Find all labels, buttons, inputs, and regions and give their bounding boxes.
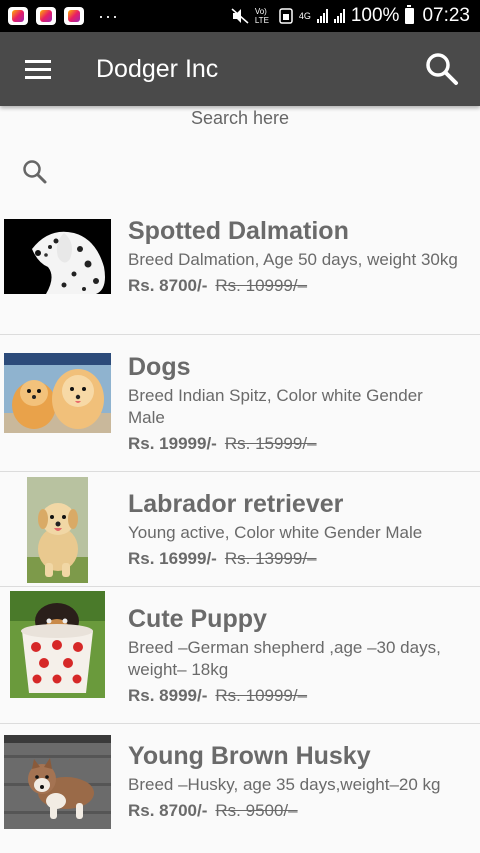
product-description: Breed Indian Spitz, Color white Gender M… <box>128 386 423 427</box>
product-old-price: Rs. 13999/– <box>224 549 317 568</box>
volte-indicator: Vo) LTE <box>254 7 269 25</box>
product-image-dalmation <box>4 219 111 294</box>
product-old-price: Rs. 10999/– <box>215 276 308 295</box>
product-price: Rs. 8999/- <box>128 686 208 705</box>
product-image-labrador <box>27 477 88 583</box>
clock: 07:23 <box>422 5 470 26</box>
product-description: Young active, Color white Gender Male <box>128 523 423 542</box>
list-item[interactable]: Dogs Breed Indian Spitz, Color white Gen… <box>0 335 480 472</box>
product-name: Spotted Dalmation <box>128 217 349 245</box>
more-notifications-indicator: ··· <box>98 6 119 26</box>
mute-icon <box>231 8 249 24</box>
battery-icon <box>405 5 415 24</box>
status-bar: ··· Vo) LTE 4G 100% 07:23 <box>0 0 480 32</box>
product-description: Breed –German shepherd ,age –30 days, we… <box>128 638 441 679</box>
app-bar: Dodger Inc <box>0 32 480 106</box>
product-old-price: Rs. 15999/– <box>224 434 317 453</box>
product-name: Young Brown Husky <box>128 742 371 770</box>
search-button[interactable] <box>404 32 480 106</box>
product-name: Dogs <box>128 353 191 381</box>
product-price: Rs. 8700/- <box>128 801 208 820</box>
product-price: Rs. 16999/- <box>128 549 217 568</box>
product-price: Rs. 8700/- <box>128 276 208 295</box>
product-old-price: Rs. 10999/– <box>215 686 308 705</box>
product-image-husky <box>4 735 111 829</box>
search-icon <box>23 160 47 184</box>
signal-strength-icon <box>333 9 345 23</box>
menu-button[interactable] <box>0 32 76 106</box>
product-image-spitz <box>4 353 111 433</box>
list-item[interactable]: Labrador retriever Young active, Color w… <box>0 472 480 587</box>
sim-icon <box>279 8 293 24</box>
product-name: Cute Puppy <box>128 605 267 633</box>
page-title: Dodger Inc <box>96 54 219 83</box>
list-item[interactable]: Spotted Dalmation Breed Dalmation, Age 5… <box>0 200 480 335</box>
product-image-cute-puppy <box>10 591 105 698</box>
hamburger-menu-icon <box>25 59 51 79</box>
product-description: Breed –Husky, age 35 days,weight–20 kg <box>128 775 441 794</box>
list-item[interactable]: Cute Puppy Breed –German shepherd ,age –… <box>0 587 480 724</box>
product-old-price: Rs. 9500/– <box>215 801 298 820</box>
notification-app-icon <box>8 7 28 25</box>
search-input[interactable] <box>58 163 462 181</box>
search-field[interactable] <box>22 154 462 190</box>
battery-percent: 100% <box>350 5 400 26</box>
signal-strength-icon <box>316 9 328 23</box>
product-description: Breed Dalmation, Age 50 days, weight 30k… <box>128 250 458 269</box>
product-list[interactable]: Spotted Dalmation Breed Dalmation, Age 5… <box>0 200 480 853</box>
notification-app-icon <box>64 7 84 25</box>
network-type: 4G <box>298 10 311 21</box>
list-item[interactable]: Young Brown Husky Breed –Husky, age 35 d… <box>0 724 480 853</box>
search-icon <box>426 53 458 85</box>
search-label: Search here <box>190 108 290 128</box>
product-price: Rs. 19999/- <box>128 434 217 453</box>
notification-app-icon <box>36 7 56 25</box>
product-name: Labrador retriever <box>128 490 344 518</box>
